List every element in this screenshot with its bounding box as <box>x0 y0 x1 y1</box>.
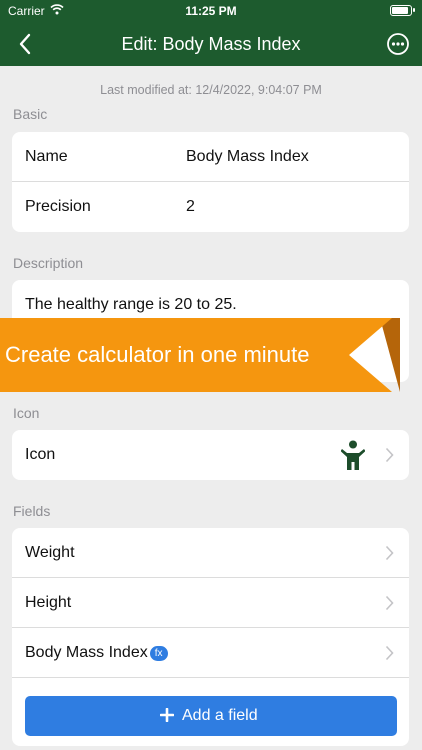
basic-section-header: Basic <box>13 106 48 122</box>
icon-card: Icon <box>12 430 409 480</box>
description-section-header: Description <box>13 255 84 271</box>
status-time: 11:25 PM <box>185 4 237 18</box>
field-label: Weight <box>25 544 75 561</box>
battery-icon <box>390 5 415 16</box>
name-value[interactable]: Body Mass Index <box>186 148 309 166</box>
formula-badge: fx <box>149 646 168 661</box>
nav-bar: Edit: Body Mass Index <box>0 22 422 66</box>
person-icon <box>341 440 365 470</box>
icon-section-header: Icon <box>13 405 40 421</box>
plus-icon <box>160 708 174 722</box>
promo-banner: Create calculator in one minute <box>0 318 400 392</box>
fields-card: Weight Height Body Mass Index fx Add a fi… <box>12 528 409 746</box>
add-field-button[interactable]: Add a field <box>25 696 397 736</box>
last-modified-text: Last modified at: 12/4/2022, 9:04:07 PM <box>100 83 322 97</box>
field-row-bmi[interactable]: Body Mass Index fx <box>12 628 409 678</box>
more-options-icon[interactable] <box>386 32 410 56</box>
icon-row[interactable]: Icon <box>12 430 409 480</box>
page-title: Edit: Body Mass Index <box>121 34 301 54</box>
banner-text: Create calculator in one minute <box>5 342 310 367</box>
add-field-label: Add a field <box>182 707 258 724</box>
chevron-right-icon <box>385 645 394 661</box>
field-label-with-badge: Body Mass Index fx <box>25 644 168 662</box>
precision-value[interactable]: 2 <box>186 198 195 216</box>
field-row-weight[interactable]: Weight <box>12 528 409 578</box>
status-bar: Carrier 11:25 PM <box>0 0 422 22</box>
field-label: Height <box>25 594 72 611</box>
precision-label: Precision <box>25 198 91 215</box>
fields-section-header: Fields <box>13 503 51 519</box>
chevron-right-icon <box>385 447 394 463</box>
name-row[interactable]: Name Body Mass Index <box>12 132 409 182</box>
basic-card: Name Body Mass Index Precision 2 <box>12 132 409 232</box>
chevron-right-icon <box>385 595 394 611</box>
field-row-height[interactable]: Height <box>12 578 409 628</box>
chevron-right-icon <box>385 545 394 561</box>
precision-row[interactable]: Precision 2 <box>12 182 409 232</box>
icon-label: Icon <box>25 446 56 463</box>
field-label: Body Mass Index <box>25 644 148 661</box>
name-label: Name <box>25 148 68 165</box>
battery-fill <box>392 7 408 14</box>
description-text[interactable]: The healthy range is 20 to 25. <box>25 296 237 314</box>
